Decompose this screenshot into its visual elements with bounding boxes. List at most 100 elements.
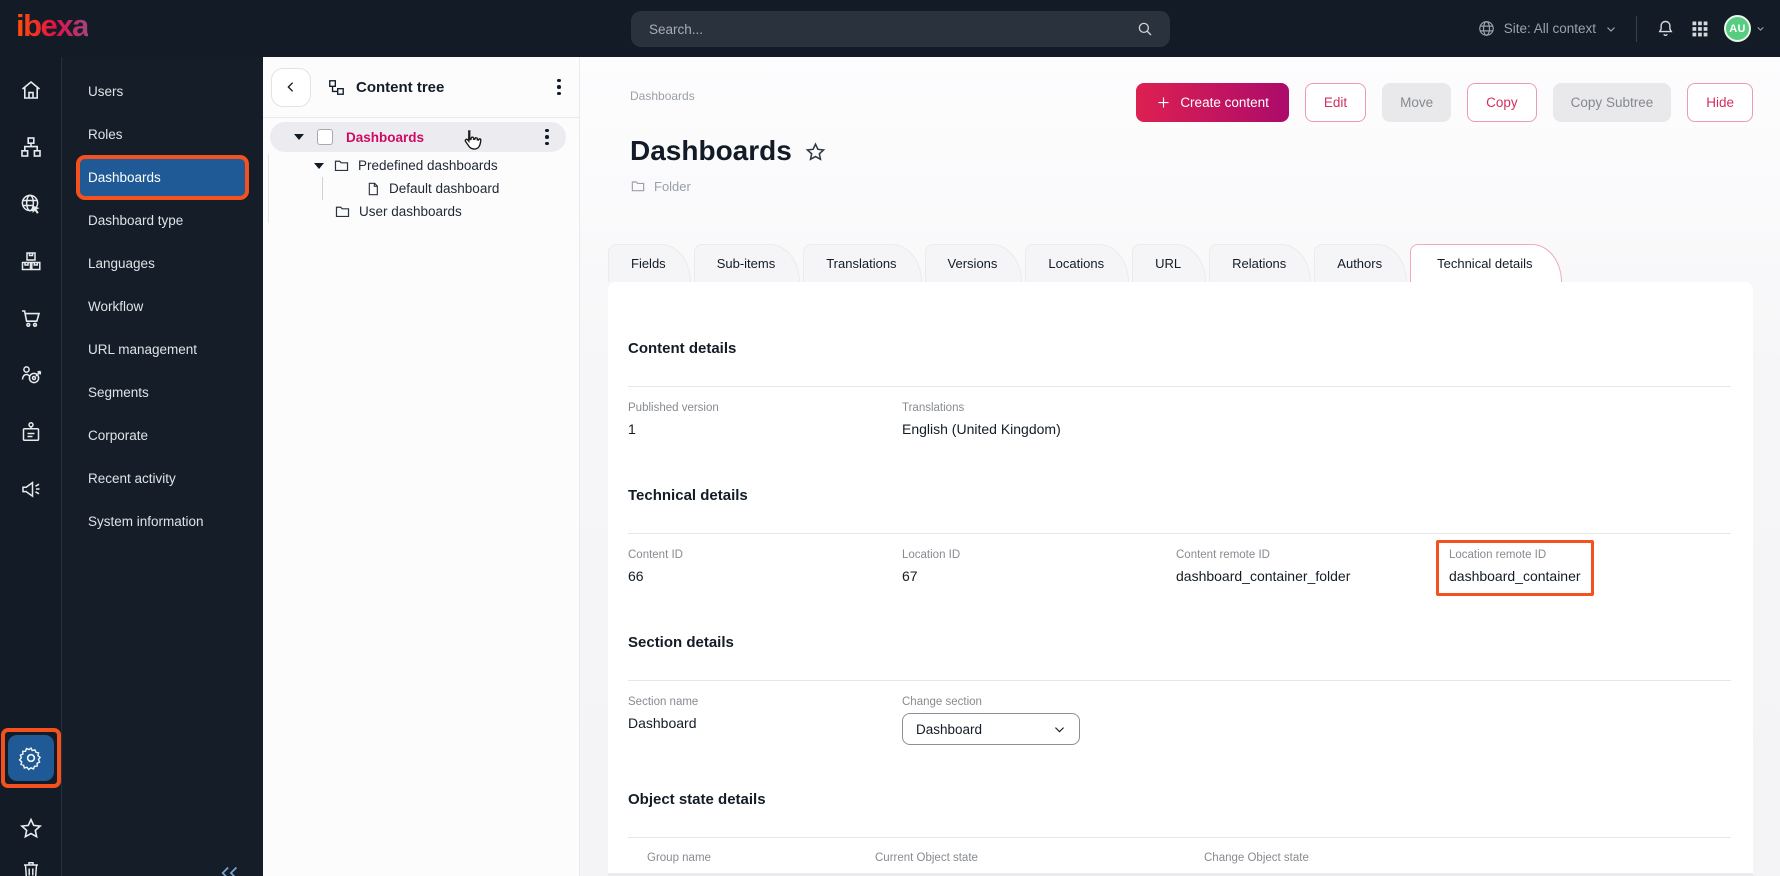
caret-down-icon[interactable]: [294, 134, 304, 140]
top-bar: ibexa Site: All context: [0, 0, 1780, 57]
section-heading-content-details: Content details: [628, 340, 1731, 358]
object-state-table-header: Group name Current Object state Change O…: [628, 851, 1731, 865]
topbar-right-cluster: Site: All context AU: [1477, 15, 1766, 42]
sidebar-item-url-management[interactable]: URL management: [62, 328, 263, 371]
id-badge-icon[interactable]: [19, 420, 43, 444]
admin-sidebar: Users Roles Dashboards Dashboard type La…: [62, 57, 263, 876]
sidebar-item-dashboard-type[interactable]: Dashboard type: [62, 199, 263, 242]
content-tree-title: Content tree: [356, 79, 444, 96]
ibexa-logo[interactable]: ibexa: [16, 10, 88, 47]
field-content-id: Content ID 66: [628, 548, 902, 586]
content-tree-icon: [327, 78, 346, 97]
sidebar-item-segments[interactable]: Segments: [62, 371, 263, 414]
sidebar-item-languages[interactable]: Languages: [62, 242, 263, 285]
tree-node-label[interactable]: Predefined dashboards: [358, 158, 498, 173]
search-icon[interactable]: [1136, 20, 1154, 38]
move-button[interactable]: Move: [1382, 83, 1451, 122]
tree-node-default-dashboard[interactable]: Default dashboard: [263, 177, 579, 200]
tab-technical-details[interactable]: Technical details: [1410, 244, 1561, 282]
breadcrumb[interactable]: Dashboards: [630, 89, 695, 122]
cart-icon[interactable]: [19, 306, 43, 330]
globe-icon: [1477, 19, 1496, 38]
tree-node-label[interactable]: Dashboards: [346, 130, 424, 145]
field-change-section: Change section Dashboard: [902, 695, 1176, 745]
tab-versions[interactable]: Versions: [925, 244, 1023, 282]
notifications-bell-icon[interactable]: [1655, 18, 1676, 39]
sidebar-item-dashboards[interactable]: Dashboards: [62, 156, 263, 199]
edit-button[interactable]: Edit: [1305, 83, 1366, 122]
caret-down-icon[interactable]: [314, 163, 324, 169]
action-buttons: Create content Edit Move Copy Copy Subtr…: [1136, 83, 1753, 122]
bookmark-star-icon[interactable]: [804, 141, 827, 164]
folder-icon: [333, 157, 350, 174]
tab-url[interactable]: URL: [1132, 244, 1206, 282]
node-options-kebab-icon[interactable]: [539, 129, 555, 146]
file-icon: [365, 181, 381, 197]
sidebar-item-workflow[interactable]: Workflow: [62, 285, 263, 328]
content-type-label: Folder: [654, 179, 691, 194]
tree-node-label[interactable]: Default dashboard: [389, 181, 499, 196]
divider: [628, 680, 1731, 681]
sidebar-item-users[interactable]: Users: [62, 70, 263, 113]
folder-icon: [630, 178, 646, 194]
chevron-down-icon: [1604, 22, 1618, 36]
tab-locations[interactable]: Locations: [1025, 244, 1129, 282]
sidebar-collapse-icon[interactable]: [219, 864, 241, 876]
avatar[interactable]: AU: [1724, 15, 1751, 42]
tree-node-user-dashboards[interactable]: User dashboards: [263, 200, 579, 223]
tab-translations[interactable]: Translations: [803, 244, 921, 282]
sidebar-item-system-information[interactable]: System information: [62, 500, 263, 543]
chevron-down-icon: [1755, 23, 1766, 34]
section-heading-technical-details: Technical details: [628, 487, 1731, 505]
sidebar-item-corporate[interactable]: Corporate: [62, 414, 263, 457]
tree-node-dashboards[interactable]: Dashboards: [270, 122, 566, 152]
field-published-version: Published version 1: [628, 401, 902, 439]
create-content-button[interactable]: Create content: [1136, 83, 1289, 122]
tab-relations[interactable]: Relations: [1209, 244, 1311, 282]
chevron-down-icon: [1052, 722, 1067, 737]
collapse-tree-button[interactable]: [271, 68, 311, 107]
tab-sub-items[interactable]: Sub-items: [694, 244, 801, 282]
app-grid-icon[interactable]: [1690, 19, 1710, 39]
global-search[interactable]: [631, 11, 1170, 47]
tab-bar: Fields Sub-items Translations Versions L…: [608, 244, 1753, 282]
tree-node-checkbox[interactable]: [317, 129, 333, 145]
tree-node-label[interactable]: User dashboards: [359, 204, 462, 219]
main-content: Dashboards Create content Edit Move Copy…: [580, 57, 1780, 876]
site-context-selector[interactable]: Site: All context: [1477, 19, 1618, 38]
tree-node-predefined-dashboards[interactable]: Predefined dashboards: [263, 154, 579, 177]
search-input[interactable]: [649, 22, 1136, 37]
globe-cursor-icon[interactable]: [19, 192, 43, 216]
column-current-object-state: Current Object state: [875, 851, 1204, 865]
section-heading-object-state: Object state details: [628, 791, 1731, 809]
personalization-target-icon[interactable]: [19, 363, 43, 387]
annotation-box-location-remote-id: Location remote ID dashboard_container: [1436, 540, 1594, 596]
home-icon[interactable]: [19, 78, 43, 102]
sidebar-item-recent-activity[interactable]: Recent activity: [62, 457, 263, 500]
change-section-dropdown[interactable]: Dashboard: [902, 713, 1080, 745]
gear-icon[interactable]: [8, 735, 54, 781]
field-translations: Translations English (United Kingdom): [902, 401, 1176, 439]
bookmarks-star-icon[interactable]: [18, 816, 44, 842]
sidebar-item-roles[interactable]: Roles: [62, 113, 263, 156]
hide-button[interactable]: Hide: [1687, 83, 1753, 122]
plus-icon: [1156, 95, 1171, 110]
column-change-object-state: Change Object state: [1204, 851, 1731, 865]
tree-options-kebab-icon[interactable]: [551, 79, 567, 96]
field-section-name: Section name Dashboard: [628, 695, 902, 745]
divider: [628, 533, 1731, 534]
site-structure-icon[interactable]: [19, 135, 43, 159]
trash-icon[interactable]: [19, 858, 43, 876]
product-boxes-icon[interactable]: [19, 249, 43, 273]
megaphone-icon[interactable]: [19, 477, 43, 501]
tab-fields[interactable]: Fields: [608, 244, 691, 282]
tab-authors[interactable]: Authors: [1314, 244, 1407, 282]
content-tree-body: Dashboards Predefined dashboards Default…: [263, 118, 579, 223]
user-menu[interactable]: AU: [1724, 15, 1766, 42]
content-tree-header: Content tree: [263, 57, 579, 118]
copy-button[interactable]: Copy: [1467, 83, 1537, 122]
copy-subtree-button[interactable]: Copy Subtree: [1553, 83, 1672, 122]
section-heading-section-details: Section details: [628, 634, 1731, 652]
site-context-label: Site: All context: [1504, 21, 1596, 36]
field-content-remote-id: Content remote ID dashboard_container_fo…: [1176, 548, 1449, 586]
